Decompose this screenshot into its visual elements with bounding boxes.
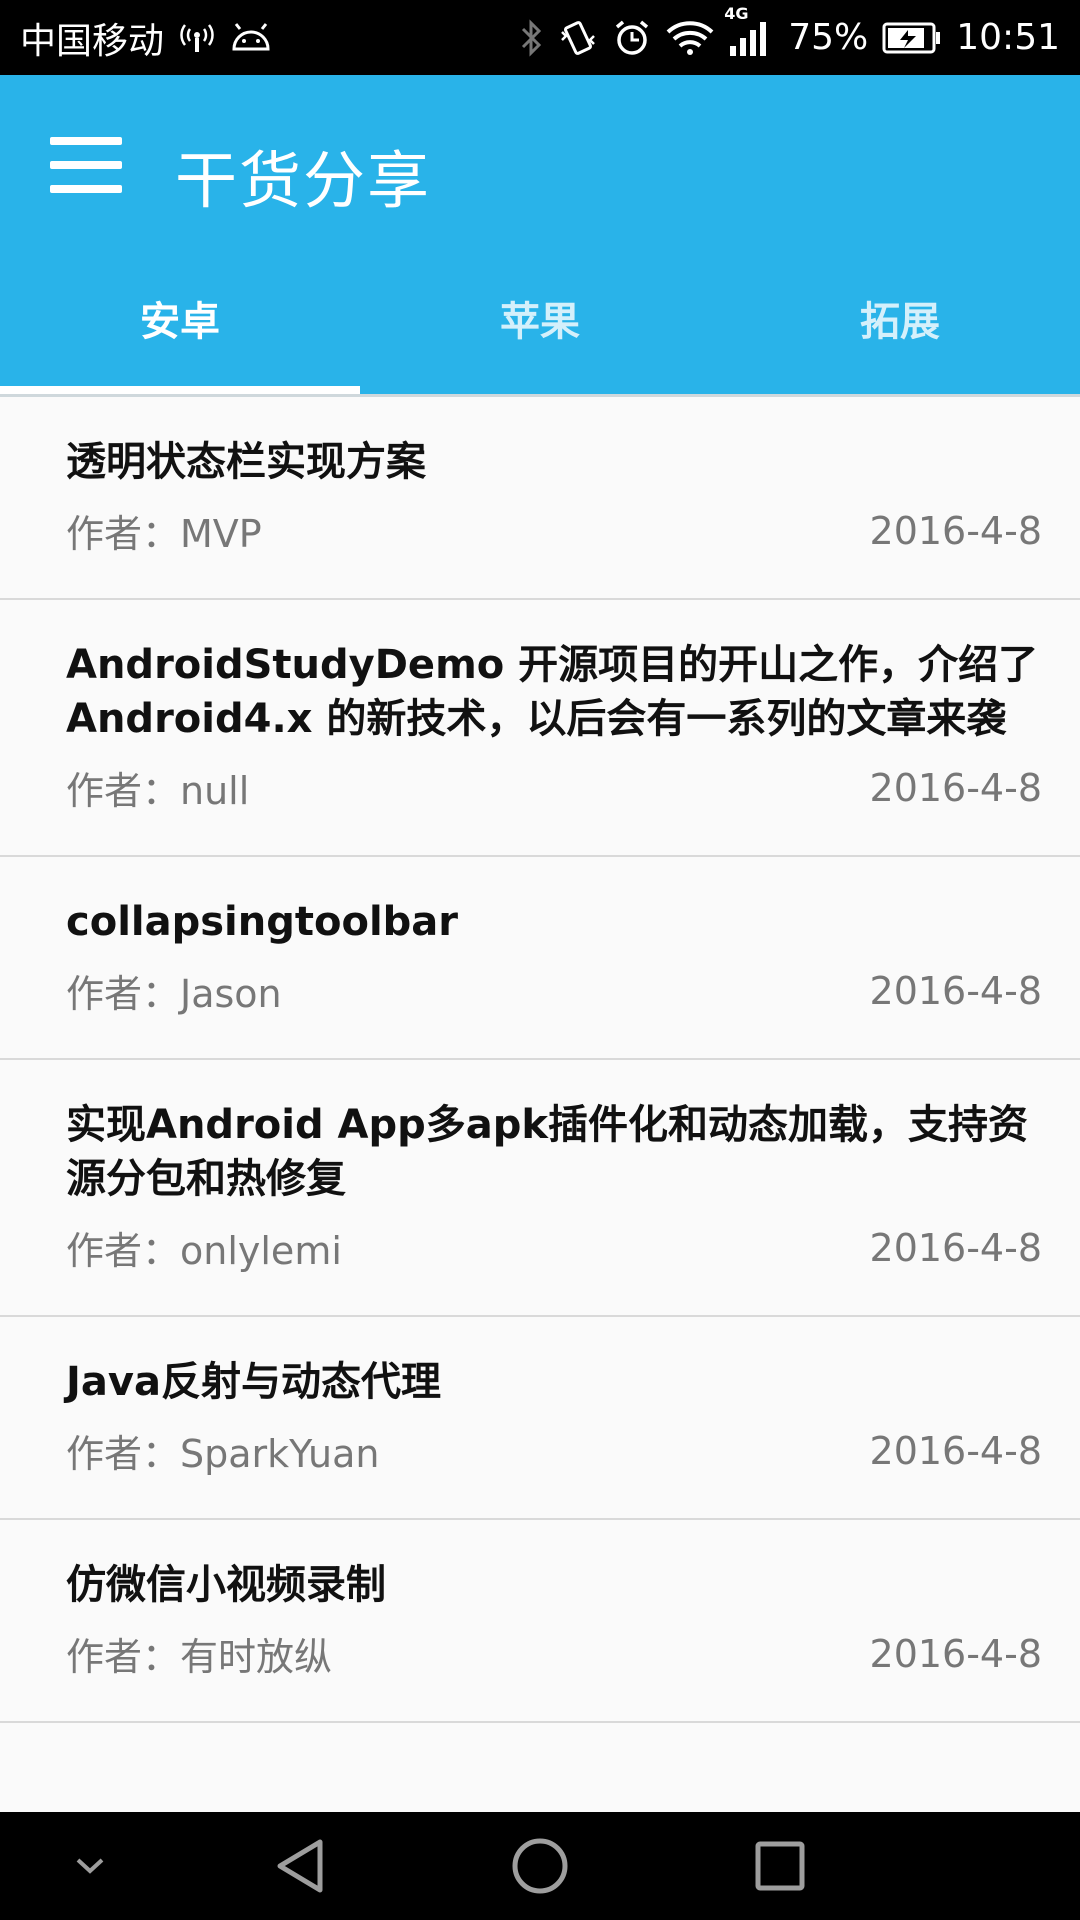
hotspot-icon: [178, 21, 216, 55]
article-author: 作者：Jason: [66, 972, 282, 1016]
alarm-icon: [612, 18, 652, 58]
article-date: 2016-4-8: [869, 1225, 1042, 1270]
list-item[interactable]: Java反射与动态代理 作者：SparkYuan 2016-4-8: [0, 1317, 1080, 1520]
tab-android[interactable]: 安卓: [0, 255, 360, 395]
article-author: 作者：有时放纵: [66, 1635, 333, 1679]
article-author: 作者：null: [66, 769, 250, 813]
hide-chevron-icon[interactable]: [60, 1812, 120, 1920]
android-icon: [230, 22, 272, 53]
list-item[interactable]: AndroidStudyDemo 开源项目的开山之作，介绍了 Android4.…: [0, 600, 1080, 857]
article-date: 2016-4-8: [869, 765, 1042, 810]
article-title: 透明状态栏实现方案: [66, 439, 426, 485]
article-title: 仿微信小视频录制: [66, 1562, 386, 1608]
article-title: collapsingtoolbar: [66, 899, 459, 945]
article-date: 2016-4-8: [869, 968, 1042, 1013]
article-author: 作者：onlylemi: [66, 1229, 342, 1273]
status-bar: 中国移动 4G 75% 10:51: [0, 0, 1080, 75]
article-date: 2016-4-8: [869, 1631, 1042, 1676]
wifi-icon: [666, 20, 714, 56]
article-list: 透明状态栏实现方案 作者：MVP 2016-4-8 AndroidStudyDe…: [0, 397, 1080, 1723]
vibrate-icon: [558, 18, 598, 58]
article-title: 实现Android App多apk插件化和动态加载，支持资源分包和热修复: [66, 1102, 1028, 1202]
clock: 10:51: [956, 17, 1060, 58]
app-bar: 干货分享 安卓 苹果 拓展: [0, 75, 1080, 397]
signal-icon: 4G: [724, 4, 774, 58]
battery-percent: 75%: [788, 17, 869, 58]
network-type-label: 4G: [724, 3, 749, 23]
tab-extension[interactable]: 拓展: [720, 255, 1080, 395]
menu-icon[interactable]: [50, 137, 122, 193]
article-title: Java反射与动态代理: [66, 1359, 441, 1405]
list-item[interactable]: 透明状态栏实现方案 作者：MVP 2016-4-8: [0, 397, 1080, 600]
app-title: 干货分享: [175, 144, 432, 217]
bluetooth-icon: [518, 18, 544, 58]
recents-icon[interactable]: [740, 1812, 820, 1920]
list-item[interactable]: 实现Android App多apk插件化和动态加载，支持资源分包和热修复 作者：…: [0, 1060, 1080, 1317]
battery-icon: [882, 20, 942, 56]
article-date: 2016-4-8: [869, 1428, 1042, 1473]
tab-apple[interactable]: 苹果: [360, 255, 720, 395]
carrier-label: 中国移动: [20, 20, 165, 62]
article-date: 2016-4-8: [869, 508, 1042, 553]
list-item[interactable]: collapsingtoolbar 作者：Jason 2016-4-8: [0, 857, 1080, 1060]
article-author: 作者：SparkYuan: [66, 1432, 380, 1476]
article-author: 作者：MVP: [66, 512, 262, 556]
article-title: AndroidStudyDemo 开源项目的开山之作，介绍了 Android4.…: [66, 642, 1039, 742]
home-icon[interactable]: [500, 1812, 580, 1920]
list-item[interactable]: 仿微信小视频录制 作者：有时放纵 2016-4-8: [0, 1520, 1080, 1723]
back-icon[interactable]: [260, 1812, 340, 1920]
tab-bar: 安卓 苹果 拓展: [0, 255, 1080, 395]
toolbar: 干货分享: [0, 75, 1080, 255]
navigation-bar: [0, 1812, 1080, 1920]
